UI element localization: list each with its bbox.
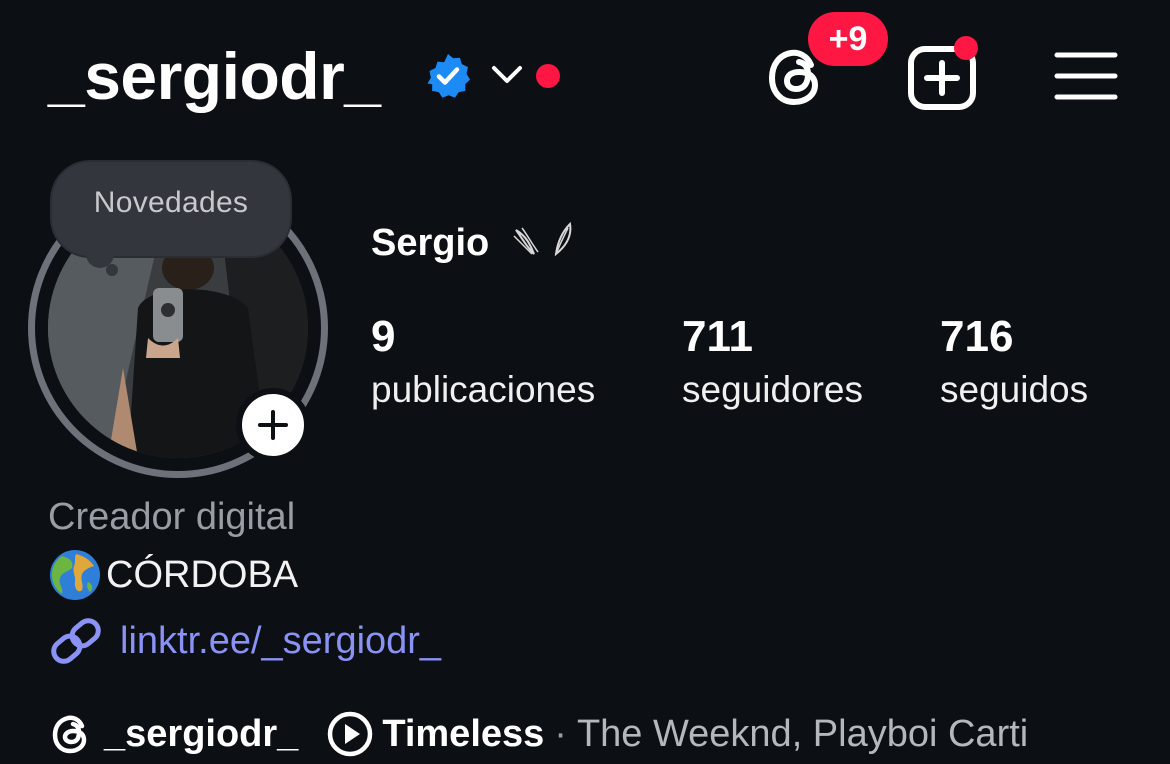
display-name: Sergio [371,222,490,264]
note-text: Novedades [93,186,249,219]
globe-emoji-icon [50,550,100,600]
stat-following[interactable]: 716 seguidos [940,310,1088,416]
stat-posts-count: 9 [371,312,396,361]
stat-following-count: 716 [940,312,1014,361]
verified-badge-icon [427,54,470,98]
play-circle-icon[interactable] [326,710,374,758]
bio-location: CÓRDOBA [48,548,298,602]
hamburger-menu-icon[interactable] [1054,50,1118,102]
chevron-down-icon[interactable] [488,60,526,90]
profile-badges-row: _sergiodr_ Timeless · The Weeknd, Playbo… [50,708,1028,760]
plus-icon [258,410,288,440]
song-separator: · [554,712,567,755]
stat-followers[interactable]: 711 seguidores [682,310,863,416]
notification-badge[interactable]: +9 [808,12,888,66]
account-notification-dot [536,64,560,88]
stat-following-label: seguidos [940,369,1089,410]
note-bubble-tail-dot [106,264,118,276]
link-icon [51,618,101,664]
create-notification-dot [954,36,978,60]
bio-link[interactable]: linktr.ee/_sergiodr_ [48,616,441,666]
stat-posts-label: publicaciones [371,369,596,410]
stat-posts[interactable]: 9 publicaciones [371,310,595,416]
location-text: CÓRDOBA [106,553,299,596]
profile-username[interactable]: _sergiodr_ [48,36,381,116]
threads-username[interactable]: _sergiodr_ [104,713,298,756]
feather-emoji-icon [513,221,572,257]
profile-page: _sergiodr_ +9 Novedades Sergio 9 publica… [0,0,1170,764]
threads-icon[interactable] [50,712,94,756]
stat-followers-count: 711 [682,312,753,361]
stat-followers-label: seguidores [682,369,864,410]
song-title[interactable]: Timeless [382,713,544,756]
profile-category: Creador digital [48,496,296,538]
song-artists[interactable]: The Weeknd, Playboi Carti [577,713,1028,756]
add-story-button[interactable] [236,388,310,462]
bio-link-text[interactable]: linktr.ee/_sergiodr_ [120,620,441,663]
